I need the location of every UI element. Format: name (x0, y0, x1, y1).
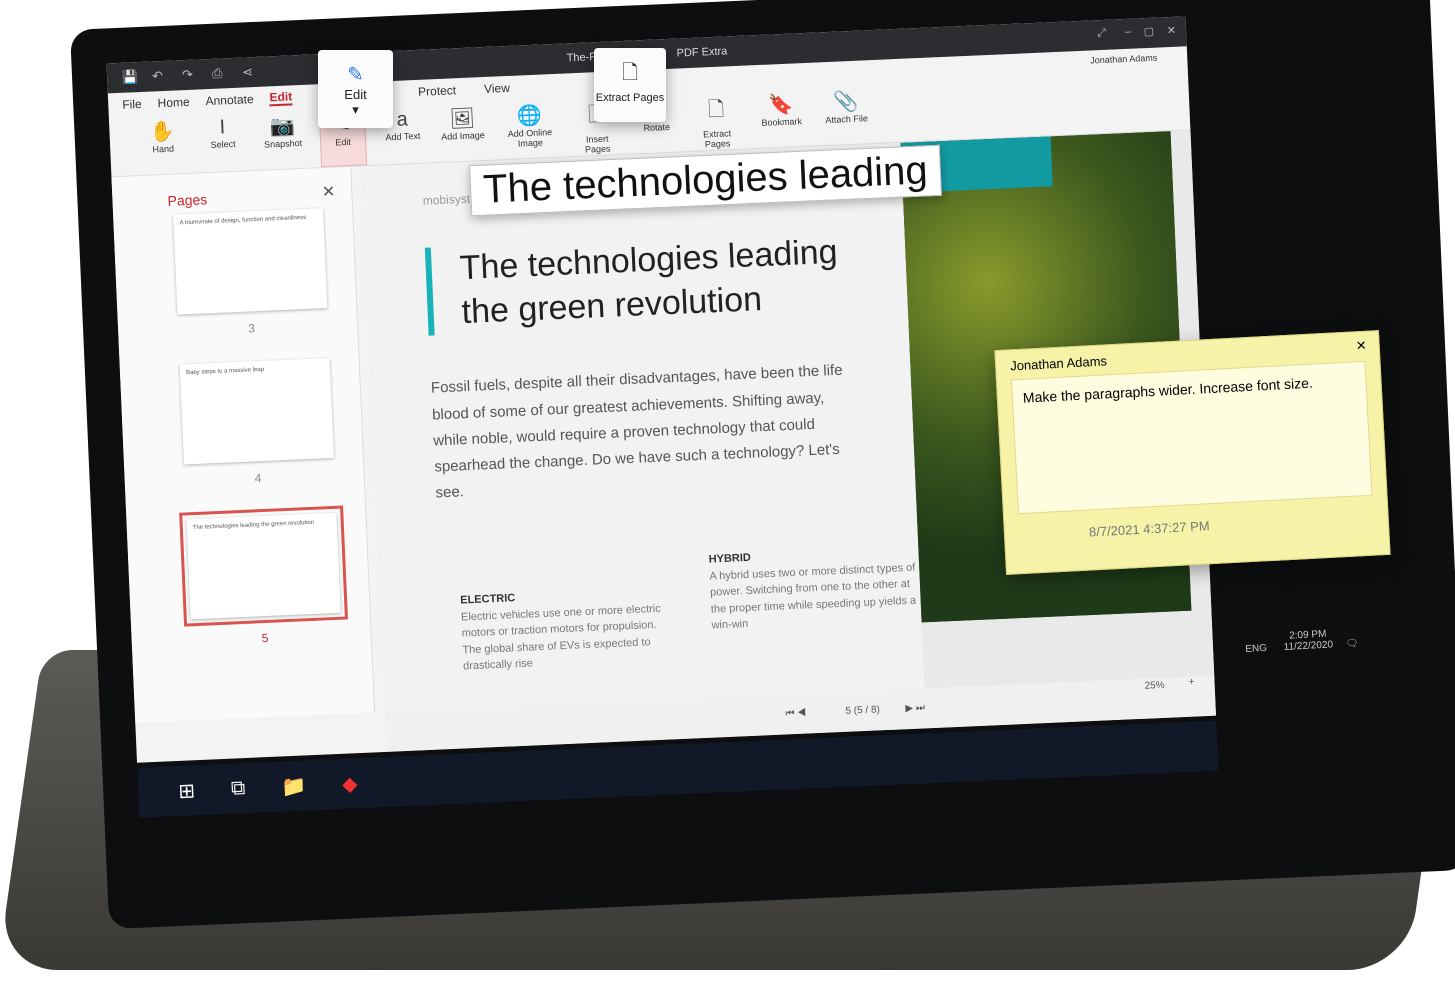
close-icon[interactable]: ✕ (1167, 24, 1177, 37)
cursor-icon: I (219, 116, 226, 139)
comment-note[interactable]: Jonathan Adams ✕ Make the paragraphs wid… (994, 330, 1391, 575)
menu-home[interactable]: Home (157, 95, 190, 110)
zoom-level[interactable]: 25% (1144, 680, 1164, 692)
hand-icon: ✋ (149, 120, 176, 144)
maximize-icon[interactable]: ▢ (1143, 25, 1154, 38)
document-page: mobisystems The technologies leading the… (361, 142, 927, 712)
page-thumbnail-5[interactable]: The technologies leading the green revol… (179, 505, 348, 627)
page-number: 5 (261, 630, 269, 646)
close-icon[interactable]: ✕ (1355, 338, 1367, 355)
pages-panel: Pages ✕ A triumvirate of design, functio… (111, 166, 376, 723)
notification-icon[interactable]: 🗨 (1345, 638, 1358, 650)
extract-pages-tool[interactable]: 🗋 Extract Pages (692, 90, 741, 151)
paperclip-icon: 📎 (832, 90, 859, 114)
first-page-icon[interactable]: ⏮ ◀ (785, 708, 806, 720)
page-indicator[interactable]: 5 (5 / 8) (845, 704, 880, 716)
menu-protect[interactable]: Protect (418, 83, 457, 99)
page-number: 4 (254, 471, 262, 486)
page-heading[interactable]: The technologies leading the green revol… (424, 229, 849, 337)
page-number: 3 (247, 321, 256, 336)
online-image-icon: 🌐 (516, 104, 543, 128)
print-icon[interactable]: ⎙ (212, 65, 223, 81)
camera-icon: 📷 (269, 115, 296, 139)
menu-view[interactable]: View (484, 81, 510, 96)
file-explorer-icon[interactable]: 📁 (281, 773, 307, 799)
extract-icon: 🗋 (707, 98, 725, 122)
menu-edit[interactable]: Edit (269, 89, 293, 107)
task-view-icon[interactable]: ⧉ (231, 777, 246, 801)
comment-date: 8/7/2021 4:37:27 PM (1088, 518, 1210, 540)
page-thumbnail-4[interactable]: Baby steps to a massive leap (179, 357, 334, 465)
image-icon: 🖼 (449, 107, 476, 131)
chevron-down-icon: ▾ (352, 102, 359, 117)
electric-section: ELECTRIC Electric vehicles use one or mor… (459, 592, 661, 673)
hybrid-section: HYBRID A hybrid uses two or more distinct… (708, 551, 917, 632)
windows-start-icon[interactable]: ⊞ (178, 778, 196, 804)
pdf-extra-icon[interactable]: ◆ (342, 771, 358, 797)
user-name[interactable]: Jonathan Adams (1090, 53, 1157, 66)
bookmark-tool[interactable]: 🔖 Bookmark (752, 87, 811, 148)
select-tool[interactable]: I Select (199, 111, 248, 172)
zoom-in-icon[interactable]: + (1188, 677, 1194, 688)
window-title-app: PDF Extra (676, 45, 728, 60)
edit-popup[interactable]: ✎ Edit ▾ (318, 50, 393, 128)
redo-icon[interactable]: ↷ (182, 67, 194, 83)
add-image-tool[interactable]: 🖼 Add Image (439, 101, 488, 162)
attach-file-tool[interactable]: 📎 Attach File (822, 84, 871, 145)
menu-annotate[interactable]: Annotate (205, 92, 254, 108)
language-indicator[interactable]: ENG (1245, 643, 1267, 655)
extract-icon: 🗋 (621, 62, 639, 84)
minimize-icon[interactable]: – (1125, 26, 1132, 38)
body-paragraph[interactable]: Fossil fuels, despite all their disadvan… (430, 358, 855, 507)
comment-text[interactable]: Make the paragraphs wider. Increase font… (1010, 360, 1373, 515)
extract-pages-popup[interactable]: 🗋 Extract Pages (594, 48, 666, 122)
fullscreen-icon[interactable]: ⤢ (1097, 27, 1106, 40)
snapshot-tool[interactable]: 📷 Snapshot (259, 109, 308, 170)
add-online-image-tool[interactable]: 🌐 Add Online Image (498, 98, 561, 160)
comment-author: Jonathan Adams (1009, 353, 1108, 374)
save-icon[interactable]: 💾 (122, 69, 139, 86)
undo-icon[interactable]: ↶ (152, 68, 164, 84)
page-thumbnail-3[interactable]: A triumvirate of design, function and cl… (173, 208, 328, 315)
share-icon[interactable]: ⋖ (242, 64, 254, 80)
bookmark-icon: 🔖 (768, 93, 794, 117)
menu-file[interactable]: File (122, 97, 142, 112)
hand-tool[interactable]: ✋ Hand (139, 114, 188, 175)
edit-icon: ✎ (347, 64, 364, 86)
clock[interactable]: 2:09 PM 11/22/2020 (1283, 628, 1333, 653)
close-panel-icon[interactable]: ✕ (321, 182, 336, 203)
last-page-icon[interactable]: ▶ ⏭ (905, 702, 925, 714)
